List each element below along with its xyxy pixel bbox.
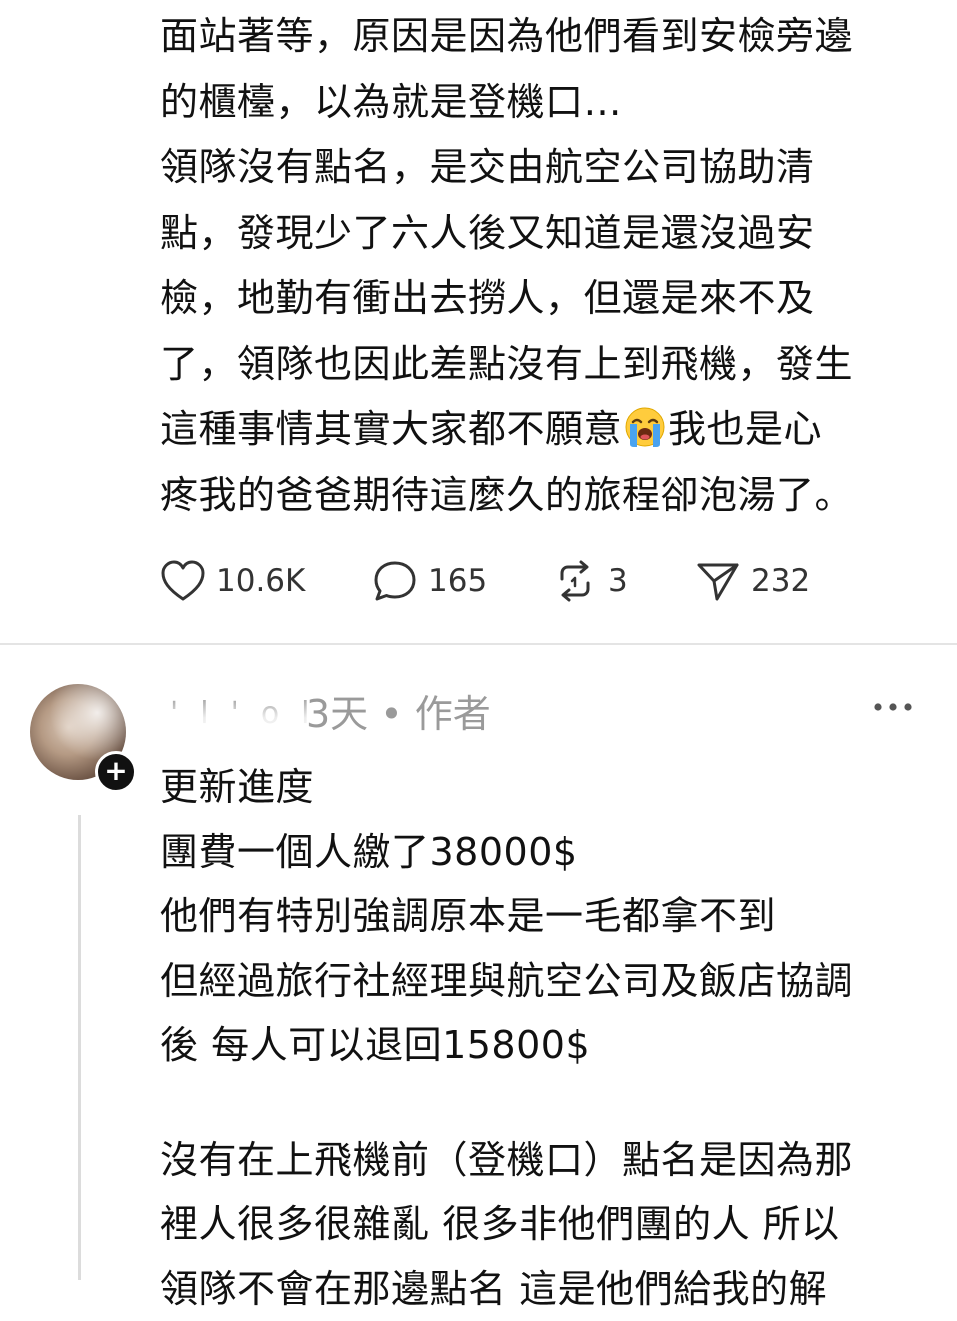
post-text-line: 了，領隊也因此差點沒有上到飛機，發生 xyxy=(160,332,950,398)
thread-connector-line xyxy=(78,815,81,1280)
comment-button[interactable]: 165 xyxy=(372,559,487,603)
reply-text-line: 後 每人可以退回15800$ xyxy=(160,1013,950,1078)
share-count: 232 xyxy=(751,563,810,599)
comment-count: 165 xyxy=(428,563,487,599)
share-button[interactable]: 232 xyxy=(695,559,810,603)
post-text-line: 這種事情其實大家都不願意 我也是心 xyxy=(160,397,950,463)
reply-meta: 3天 • 作者 xyxy=(306,688,491,740)
reply-body: 更新進度 團費一個人繳了38000$ 他們有特別強調原本是一毛都拿不到 但經過旅… xyxy=(160,755,950,1321)
repost-button[interactable]: 3 xyxy=(552,559,628,603)
post-text-line: 檢，地勤有衝出去撈人，但還是來不及 xyxy=(160,266,950,332)
reply-text-line: 更新進度 xyxy=(160,755,950,820)
post-body: 面站著等，原因是因為他們看到安檢旁邊 的櫃檯，以為就是登機口… 領隊沒有點名，是… xyxy=(160,0,950,528)
reply-text-line: 沒有在上飛機前（登機口）點名是因為那 xyxy=(160,1128,950,1193)
reply-text-line: 團費一個人繳了38000$ xyxy=(160,820,950,885)
post-text-line: 點，發現少了六人後又知道是還沒過安 xyxy=(160,201,950,267)
like-button[interactable]: 10.6K xyxy=(160,559,305,603)
like-count: 10.6K xyxy=(216,563,305,599)
follow-plus-button[interactable]: + xyxy=(95,751,137,793)
loudly-crying-face-emoji-icon xyxy=(624,403,666,445)
comment-bubble-icon xyxy=(372,559,418,603)
redaction-fog xyxy=(150,688,310,742)
reply-text-line: 他們有特別強調原本是一毛都拿不到 xyxy=(160,884,950,949)
send-icon xyxy=(695,559,741,603)
post-text-line: 疼我的爸爸期待這麼久的旅程卻泡湯了。 xyxy=(160,463,950,529)
section-divider xyxy=(0,643,957,645)
reply-text-line: 裡人很多很雜亂 很多非他們團的人 所以 xyxy=(160,1192,950,1257)
more-options-button[interactable] xyxy=(868,692,918,722)
reply-text-line: 但經過旅行社經理與航空公司及飯店協調 xyxy=(160,949,950,1014)
post-action-bar: 10.6K 165 3 232 xyxy=(160,556,940,606)
post-text-line: 面站著等，原因是因為他們看到安檢旁邊 xyxy=(160,4,950,70)
reply-blank-line xyxy=(160,1078,950,1128)
repost-count: 3 xyxy=(608,563,628,599)
post-text-line: 的櫃檯，以為就是登機口… xyxy=(160,70,950,136)
post-text-line: 領隊沒有點名，是交由航空公司協助清 xyxy=(160,135,950,201)
more-dots-icon xyxy=(868,692,918,722)
reply-text-line: 領隊不會在那邊點名 這是他們給我的解 xyxy=(160,1257,950,1321)
heart-icon xyxy=(160,559,206,603)
repost-icon xyxy=(552,559,598,603)
username-redacted[interactable]: 'l'ol xyxy=(150,688,310,742)
